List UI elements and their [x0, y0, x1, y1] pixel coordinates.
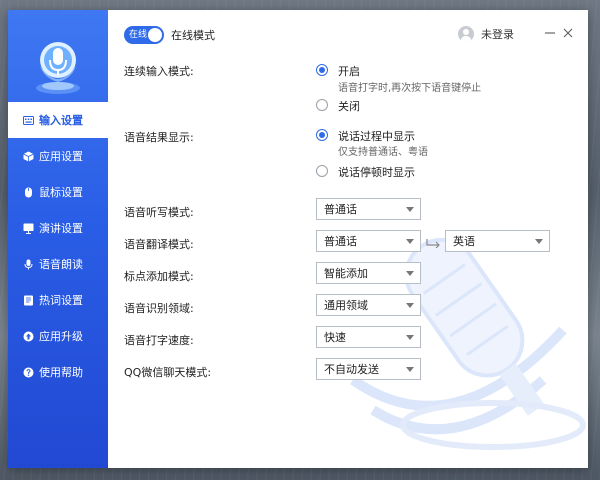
qq-wechat-mode-select[interactable]: 不自动发送 [316, 358, 421, 380]
dictation-mode-select[interactable]: 普通话 [316, 198, 421, 220]
sidebar-item-app-settings[interactable]: 应用设置 [8, 138, 108, 174]
chevron-down-icon [406, 239, 414, 244]
result-display-pause-label: 说话停顿时显示 [338, 166, 415, 179]
upgrade-icon [23, 331, 34, 342]
typing-speed-select[interactable]: 快速 [316, 326, 421, 348]
mode-label: 在线模式 [171, 29, 215, 42]
book-icon [23, 295, 34, 306]
mouse-icon [23, 187, 34, 198]
sidebar-item-hotword-settings[interactable]: 热词设置 [8, 282, 108, 318]
typing-speed-value: 快速 [324, 331, 346, 344]
microphone-icon [23, 259, 34, 270]
translation-target-select[interactable]: 英语 [445, 230, 550, 252]
result-display-during-label: 说话过程中显示 [338, 130, 415, 143]
translation-mode-label: 语音翻译模式: [124, 238, 194, 251]
login-status[interactable]: 未登录 [458, 26, 514, 42]
qq-wechat-mode-label: QQ微信聊天模式: [124, 366, 212, 379]
help-icon [23, 367, 34, 378]
result-display-label: 语音结果显示: [124, 131, 194, 144]
translation-target-value: 英语 [453, 235, 475, 248]
settings-content: 在线 在线模式 未登录 连续输入模式: 开启 语音打字时,再次按下语音键停止 关… [108, 10, 588, 468]
chevron-down-icon [406, 303, 414, 308]
sidebar-item-label: 鼠标设置 [39, 186, 83, 199]
sidebar-item-label: 热词设置 [39, 294, 83, 307]
avatar [458, 26, 474, 42]
punctuation-mode-select[interactable]: 智能添加 [316, 262, 421, 284]
minimize-icon[interactable] [543, 26, 557, 40]
close-icon[interactable] [561, 26, 575, 40]
translation-source-value: 普通话 [324, 235, 357, 248]
sidebar-item-input-settings[interactable]: 输入设置 [8, 102, 108, 138]
sidebar-item-label: 应用升级 [39, 330, 83, 343]
slides-icon [23, 223, 34, 234]
sidebar-item-help[interactable]: 使用帮助 [8, 354, 108, 390]
result-display-during-radio[interactable] [316, 129, 328, 141]
recognition-domain-label: 语音识别领域: [124, 302, 194, 315]
continuous-input-on-hint: 语音打字时,再次按下语音键停止 [338, 83, 482, 94]
settings-window: 输入设置 应用设置 鼠标设置 演讲设置 语音朗读 热词设置 应用升级 使用帮助 … [8, 10, 588, 468]
chevron-down-icon [406, 271, 414, 276]
sidebar-item-app-upgrade[interactable]: 应用升级 [8, 318, 108, 354]
sidebar-item-label: 演讲设置 [39, 222, 83, 235]
continuous-input-off-label: 关闭 [338, 100, 360, 113]
sidebar-nav: 输入设置 应用设置 鼠标设置 演讲设置 语音朗读 热词设置 应用升级 使用帮助 [8, 102, 108, 390]
continuous-input-label: 连续输入模式: [124, 65, 194, 78]
punctuation-mode-label: 标点添加模式: [124, 270, 194, 283]
sidebar: 输入设置 应用设置 鼠标设置 演讲设置 语音朗读 热词设置 应用升级 使用帮助 [8, 10, 108, 468]
online-toggle[interactable]: 在线 [124, 26, 164, 44]
chevron-down-icon [406, 367, 414, 372]
cube-icon [23, 151, 34, 162]
result-display-pause-radio[interactable] [316, 165, 328, 177]
continuous-input-on-radio[interactable] [316, 64, 328, 76]
swap-arrow-icon [426, 239, 440, 248]
toggle-knob [148, 28, 162, 42]
result-display-during-hint: 仅支持普通话、粤语 [338, 147, 428, 158]
top-bar: 在线 在线模式 [124, 26, 215, 44]
recognition-domain-value: 通用领域 [324, 299, 368, 312]
sidebar-item-voice-reading[interactable]: 语音朗读 [8, 246, 108, 282]
sidebar-item-label: 输入设置 [39, 114, 83, 127]
toggle-label: 在线 [129, 30, 148, 40]
typing-speed-label: 语音打字速度: [124, 334, 194, 347]
sidebar-item-label: 应用设置 [39, 150, 83, 163]
punctuation-mode-value: 智能添加 [324, 267, 368, 280]
login-label: 未登录 [481, 28, 514, 41]
qq-wechat-mode-value: 不自动发送 [324, 363, 379, 376]
sidebar-item-label: 语音朗读 [39, 258, 83, 271]
translation-source-select[interactable]: 普通话 [316, 230, 421, 252]
continuous-input-off-radio[interactable] [316, 99, 328, 111]
keyboard-icon [23, 115, 34, 126]
dictation-mode-value: 普通话 [324, 203, 357, 216]
chevron-down-icon [406, 335, 414, 340]
sidebar-item-label: 使用帮助 [39, 366, 83, 379]
chevron-down-icon [406, 207, 414, 212]
continuous-input-on-label: 开启 [338, 65, 360, 78]
app-logo [26, 30, 90, 98]
sidebar-item-presentation-settings[interactable]: 演讲设置 [8, 210, 108, 246]
dictation-mode-label: 语音听写模式: [124, 206, 194, 219]
sidebar-item-mouse-settings[interactable]: 鼠标设置 [8, 174, 108, 210]
recognition-domain-select[interactable]: 通用领域 [316, 294, 421, 316]
chevron-down-icon [535, 239, 543, 244]
